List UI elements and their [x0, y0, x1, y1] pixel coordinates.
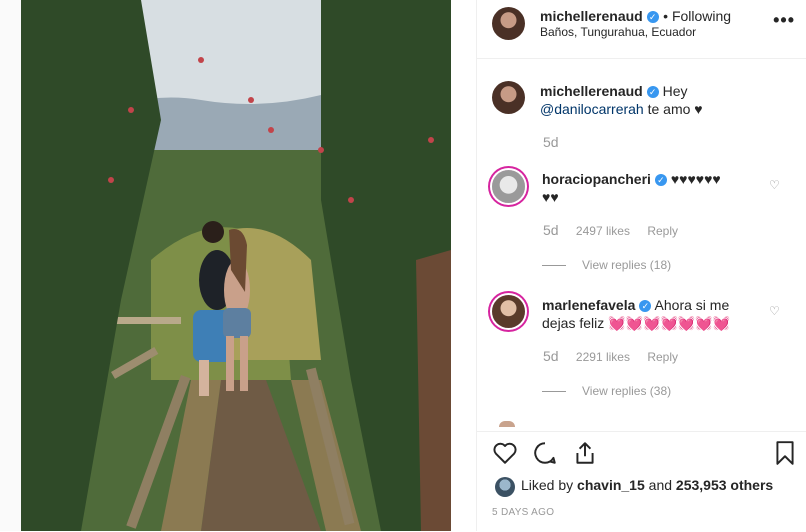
heart-small-icon[interactable]: ♡: [769, 304, 780, 318]
caption-hey: Hey: [662, 83, 688, 99]
comments-list[interactable]: michellerenaud ✓ Hey @danilocarrerah te a…: [477, 59, 806, 424]
replies-line: [542, 391, 566, 393]
heart-outline-icon[interactable]: [492, 440, 518, 466]
verified-badge-icon: ✓: [654, 174, 667, 186]
caption-meta: 5d: [543, 134, 573, 150]
left-gutter: [0, 0, 21, 531]
caption-mention[interactable]: @danilocarrerah: [540, 101, 644, 117]
comment-body-line2: dejas feliz 💓💓💓💓💓💓💓: [542, 315, 731, 331]
post-location[interactable]: Baños, Tungurahua, Ecuador: [540, 25, 696, 39]
comment-meta: 5d 2291 likes Reply: [543, 348, 692, 364]
photo-scene: [21, 0, 451, 531]
comment-username[interactable]: marlenefavela: [542, 297, 635, 313]
comment-reply[interactable]: Reply: [647, 350, 678, 364]
comment-avatar[interactable]: [492, 170, 525, 203]
comment-body-line1: ♥♥♥♥♥♥: [670, 171, 721, 187]
comment-text: horaciopancheri ✓ ♥♥♥♥♥♥ ♥♥: [542, 170, 752, 206]
comment-time[interactable]: 5d: [543, 348, 559, 364]
replies-line: [542, 265, 566, 267]
post-timestamp[interactable]: 5 DAYS AGO: [492, 507, 554, 518]
post-sidebar: michellerenaud ✓ • Following Baños, Tungu…: [476, 0, 806, 531]
caption-avatar[interactable]: [492, 81, 525, 114]
caption-time[interactable]: 5d: [543, 134, 559, 150]
comment-text: marlenefavela ✓ Ahora si me dejas feliz 💓…: [542, 296, 752, 332]
comment-time[interactable]: 5d: [543, 222, 559, 238]
comment-bubble-icon[interactable]: [532, 440, 558, 466]
comment-meta: 5d 2497 likes Reply: [543, 222, 692, 238]
bookmark-icon[interactable]: [774, 440, 796, 466]
liked-by-user[interactable]: chavin_15: [577, 477, 645, 493]
comment-body-line2: ♥♥: [542, 189, 559, 205]
comment-avatar[interactable]: [492, 295, 525, 328]
verified-badge-icon: ✓: [646, 86, 659, 98]
comment-likes[interactable]: 2291 likes: [576, 350, 630, 364]
comment-likes[interactable]: 2497 likes: [576, 224, 630, 238]
comment-username[interactable]: horaciopancheri: [542, 171, 651, 187]
liked-by: Liked by chavin_15 and 253,953 others: [521, 477, 773, 493]
author-username[interactable]: michellerenaud: [540, 8, 643, 24]
author-avatar[interactable]: [492, 7, 525, 40]
verified-badge-icon: ✓: [639, 300, 652, 312]
liked-by-prefix: Liked by: [521, 477, 574, 493]
liker-avatar[interactable]: [495, 477, 515, 497]
follow-status[interactable]: • Following: [663, 8, 731, 24]
comment-reply[interactable]: Reply: [647, 224, 678, 238]
caption-rest: te amo ♥: [647, 101, 703, 117]
view-replies[interactable]: View replies (18): [542, 258, 671, 272]
verified-badge-icon: ✓: [646, 11, 659, 23]
next-comment-avatar: [499, 421, 515, 427]
author-line: michellerenaud ✓ • Following: [540, 8, 731, 26]
heart-small-icon[interactable]: ♡: [769, 178, 780, 192]
view-replies[interactable]: View replies (38): [542, 384, 671, 398]
view-replies-label[interactable]: View replies (38): [582, 384, 671, 398]
caption-username[interactable]: michellerenaud: [540, 83, 643, 99]
panel-gap: [451, 0, 476, 531]
post-photo[interactable]: [21, 0, 451, 531]
view-replies-label[interactable]: View replies (18): [582, 258, 671, 272]
share-icon[interactable]: [572, 440, 598, 466]
more-options-icon[interactable]: •••: [773, 10, 795, 31]
liked-by-and: and: [648, 477, 673, 493]
liked-by-others[interactable]: 253,953 others: [676, 477, 773, 493]
comment-body-line1: Ahora si me: [654, 297, 730, 313]
post-header: michellerenaud ✓ • Following Baños, Tungu…: [477, 0, 806, 59]
caption-text: michellerenaud ✓ Hey @danilocarrerah te a…: [540, 82, 780, 118]
